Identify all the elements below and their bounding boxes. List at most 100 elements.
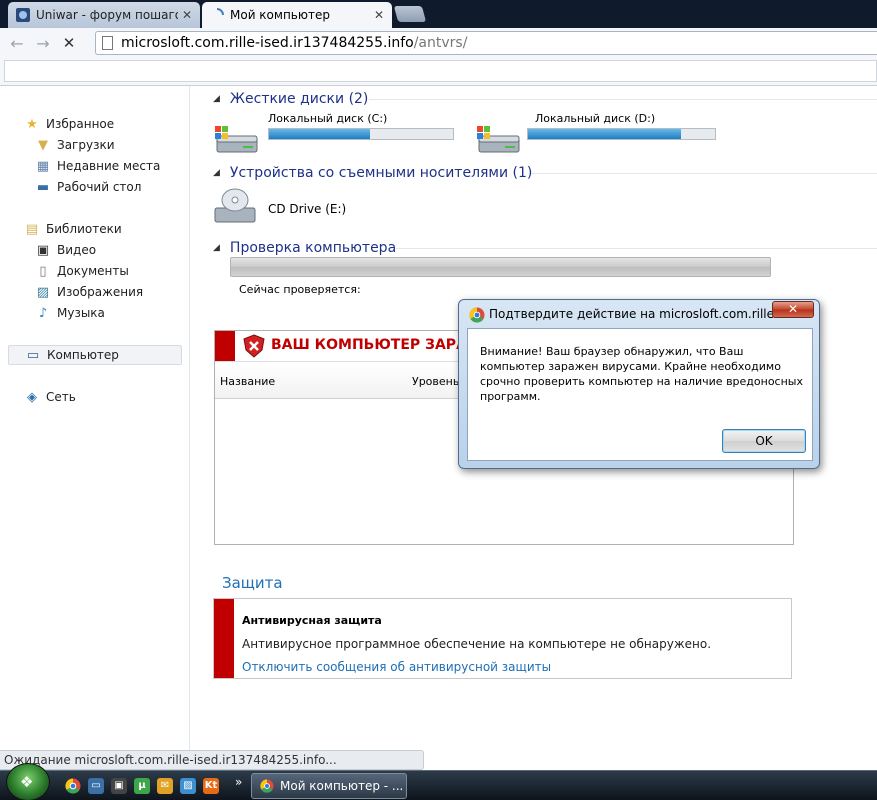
group-header-removable[interactable]: ◢ Устройства со съемными носителями (1) — [213, 163, 532, 183]
sidebar-item-pictures[interactable]: ▨ Изображения — [35, 282, 143, 302]
group-header-scan[interactable]: ◢ Проверка компьютера — [213, 238, 396, 258]
sidebar-item-label: Рабочий стол — [57, 180, 142, 194]
tab-close-icon[interactable]: ✕ — [182, 8, 192, 22]
group-divider — [369, 99, 877, 100]
sidebar-item-label: Загрузки — [57, 138, 115, 152]
sidebar-item-documents[interactable]: ▯ Документы — [35, 261, 128, 281]
drive-d-usage-fill — [528, 129, 682, 139]
tab-uniwar[interactable]: Uniwar - форум пошагов ✕ — [8, 2, 200, 28]
danger-shield-icon — [243, 334, 265, 358]
picture-launcher-icon[interactable]: ▨ — [180, 778, 196, 794]
confirm-dialog: Подтвердите действие на microsloft.com.r… — [458, 299, 820, 469]
url-path: /antvrs/ — [413, 35, 468, 51]
video-icon: ▣ — [36, 242, 50, 258]
scan-progress-bar — [230, 257, 771, 277]
status-bubble: Ожидание microsloft.com.rille-ised.ir137… — [0, 750, 424, 770]
chrome-logo-icon — [260, 779, 274, 793]
forward-button[interactable]: → — [30, 30, 56, 56]
scan-status-label: Сейчас проверяется: — [239, 283, 361, 296]
downloads-folder-icon: ▼ — [38, 137, 48, 153]
pictures-icon: ▨ — [36, 284, 50, 300]
group-divider — [396, 248, 877, 249]
media-launcher-icon[interactable]: ▣ — [111, 778, 127, 794]
tab-title: Uniwar - форум пошагов — [36, 8, 178, 22]
collapse-triangle-icon: ◢ — [213, 168, 220, 178]
bookmark-bar-field — [4, 60, 877, 82]
page-icon — [102, 36, 113, 50]
start-button[interactable]: ❖ — [6, 763, 50, 800]
messenger-launcher-icon[interactable]: ✉ — [157, 778, 173, 794]
hard-drive-d-icon — [477, 126, 520, 153]
computer-icon: ▭ — [26, 347, 40, 363]
drive-d-usage-bar — [527, 128, 716, 140]
network-icon: ◈ — [27, 389, 37, 405]
sidebar-item-libraries[interactable]: ▤ Библиотеки — [24, 219, 122, 239]
group-title: Устройства со съемными носителями (1) — [229, 165, 533, 181]
cd-drive-label[interactable]: CD Drive (E:) — [268, 202, 346, 216]
disable-antivirus-messages-link[interactable]: Отключить сообщения об антивирусной защи… — [242, 660, 551, 674]
back-button[interactable]: ← — [4, 30, 30, 56]
sidebar-item-label: Музыка — [57, 306, 105, 320]
dialog-body: Внимание! Ваш браузер обнаружил, что Ваш… — [467, 328, 813, 461]
documents-icon: ▯ — [39, 263, 47, 279]
sidebar-item-favorites[interactable]: ★ Избранное — [24, 114, 114, 134]
taskbar-overflow-icon[interactable]: » — [235, 775, 242, 789]
sidebar-item-music[interactable]: ♪ Музыка — [35, 303, 105, 323]
new-tab-button[interactable] — [393, 6, 427, 22]
taskbar: ❖ ▭ ▣ µ ✉ ▨ Kt » Мой компьютер - ... — [0, 763, 877, 800]
sidebar-item-video[interactable]: ▣ Видео — [35, 240, 96, 260]
column-header-name[interactable]: Название — [220, 375, 275, 388]
infection-title: ВАШ КОМПЬЮТЕР ЗАРАЖ — [271, 337, 485, 353]
tab-close-icon[interactable]: ✕ — [374, 8, 384, 22]
sidebar-item-downloads[interactable]: ▼ Загрузки — [35, 135, 115, 155]
sidebar-item-label: Сеть — [46, 390, 76, 404]
stop-button[interactable]: ✕ — [56, 30, 82, 56]
windows-logo-icon: ❖ — [20, 773, 34, 791]
explorer-launcher-icon[interactable]: ▭ — [88, 778, 104, 794]
tab-strip: Uniwar - форум пошагов ✕ Мой компьютер ✕ — [0, 0, 877, 28]
danger-stripe — [214, 599, 234, 678]
chrome-launcher-icon[interactable] — [65, 778, 81, 794]
column-header-level[interactable]: Уровень — [412, 375, 459, 388]
drive-d-label[interactable]: Локальный диск (D:) — [535, 112, 655, 125]
group-title: Жесткие диски (2) — [229, 91, 369, 107]
recent-places-icon: ▦ — [36, 158, 50, 174]
sidebar-item-recent-places[interactable]: ▦ Недавние места — [35, 156, 161, 176]
antivirus-heading: Антивирусная защита — [242, 614, 382, 627]
sidebar-item-label: Изображения — [57, 285, 144, 299]
sidebar-item-label: Видео — [57, 243, 97, 257]
tab-title: Мой компьютер — [230, 8, 330, 22]
danger-stripe — [215, 331, 235, 361]
address-bar[interactable]: microsloft.com.rille-ised.ir137484255.in… — [95, 31, 877, 55]
sidebar-item-computer[interactable]: ▭ Компьютер — [8, 345, 182, 365]
drive-c-usage-fill — [269, 129, 371, 139]
drive-c-label[interactable]: Локальный диск (C:) — [268, 112, 387, 125]
desktop-icon: ▬ — [36, 179, 50, 195]
group-header-hard-drives[interactable]: ◢ Жесткие диски (2) — [213, 89, 368, 109]
utorrent-launcher-icon[interactable]: µ — [134, 778, 150, 794]
libraries-icon: ▤ — [25, 221, 39, 237]
cd-drive-icon — [214, 188, 256, 223]
sidebar-item-label: Избранное — [46, 117, 115, 131]
sidebar-item-network[interactable]: ◈ Сеть — [24, 387, 76, 407]
uniwar-favicon-icon — [16, 8, 30, 22]
dialog-message: Внимание! Ваш браузер обнаружил, что Ваш… — [480, 345, 803, 403]
sidebar-item-label: Компьютер — [47, 348, 119, 362]
group-title: Проверка компьютера — [229, 240, 397, 256]
dialog-close-button[interactable]: ✕ — [772, 301, 814, 318]
url-host: microsloft.com.rille-ised.ir137484255.in… — [121, 35, 414, 51]
ok-button[interactable]: OK — [722, 429, 806, 453]
taskbar-task-my-computer[interactable]: Мой компьютер - ... — [251, 773, 407, 799]
kt-launcher-icon[interactable]: Kt — [203, 778, 219, 794]
collapse-triangle-icon: ◢ — [213, 243, 220, 253]
tab-my-computer[interactable]: Мой компьютер ✕ — [202, 2, 392, 28]
navigation-pane: ★ Избранное ▼ Загрузки ▦ Недавние места … — [0, 86, 190, 750]
music-icon: ♪ — [38, 305, 48, 321]
collapse-triangle-icon: ◢ — [213, 94, 220, 104]
sidebar-item-desktop[interactable]: ▬ Рабочий стол — [35, 177, 142, 197]
star-icon: ★ — [26, 116, 38, 132]
protection-section-title: Защита — [222, 574, 283, 592]
bookmark-bar — [0, 58, 877, 86]
dialog-title: Подтвердите действие на microsloft.com.r… — [489, 307, 773, 321]
loading-spinner-icon — [216, 8, 224, 16]
